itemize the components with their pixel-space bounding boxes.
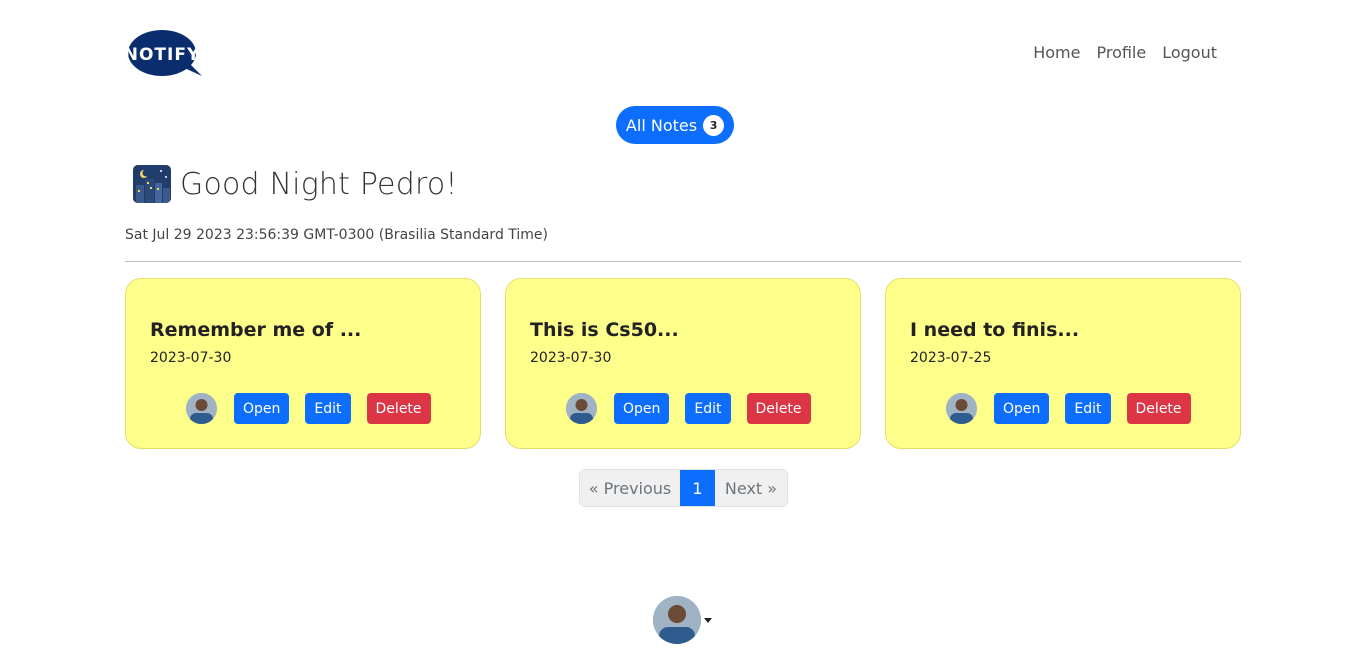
note-card: This is Cs50... 2023-07-30 Open Edit Del… [505, 278, 861, 449]
note-card: I need to finis... 2023-07-25 Open Edit … [885, 278, 1241, 449]
edit-button[interactable]: Edit [1065, 393, 1111, 424]
note-date: 2023-07-25 [910, 350, 992, 366]
previous-page: « Previous [580, 470, 680, 506]
nav-home[interactable]: Home [1033, 43, 1080, 63]
top-nav: Home Profile Logout [1033, 43, 1217, 63]
delete-button[interactable]: Delete [1126, 393, 1191, 424]
current-datetime: Sat Jul 29 2023 23:56:39 GMT-0300 (Brasi… [125, 227, 549, 243]
author-avatar [946, 393, 977, 424]
note-title: Remember me of ... [150, 319, 362, 341]
author-avatar [186, 393, 217, 424]
note-date: 2023-07-30 [150, 350, 232, 366]
divider [125, 261, 1241, 262]
edit-button[interactable]: Edit [305, 393, 351, 424]
note-title: This is Cs50... [530, 319, 679, 341]
next-page: Next » [715, 470, 787, 506]
nav-profile[interactable]: Profile [1096, 43, 1146, 63]
greeting: Good Night Pedro! [133, 165, 458, 203]
notes-count-badge: 3 [703, 114, 725, 136]
notify-logo[interactable]: NOTIFY [128, 30, 204, 78]
open-button[interactable]: Open [994, 393, 1050, 424]
delete-button[interactable]: Delete [746, 393, 811, 424]
all-notes-label: All Notes [625, 115, 698, 135]
edit-button[interactable]: Edit [685, 393, 731, 424]
all-notes-button[interactable]: All Notes 3 [616, 106, 734, 144]
note-date: 2023-07-30 [530, 350, 612, 366]
user-avatar [653, 596, 701, 644]
night-city-icon [133, 165, 171, 203]
note-title: I need to finis... [910, 319, 1080, 341]
pagination: « Previous 1 Next » [579, 469, 788, 507]
open-button[interactable]: Open [614, 393, 670, 424]
chevron-down-icon [704, 617, 712, 623]
note-card: Remember me of ... 2023-07-30 Open Edit … [125, 278, 481, 449]
logo-text: NOTIFY [128, 45, 200, 65]
user-menu-toggle[interactable] [653, 596, 712, 644]
current-page[interactable]: 1 [680, 470, 715, 506]
author-avatar [566, 393, 597, 424]
open-button[interactable]: Open [234, 393, 290, 424]
greeting-text: Good Night Pedro! [180, 166, 458, 202]
nav-logout[interactable]: Logout [1162, 43, 1217, 63]
delete-button[interactable]: Delete [366, 393, 431, 424]
